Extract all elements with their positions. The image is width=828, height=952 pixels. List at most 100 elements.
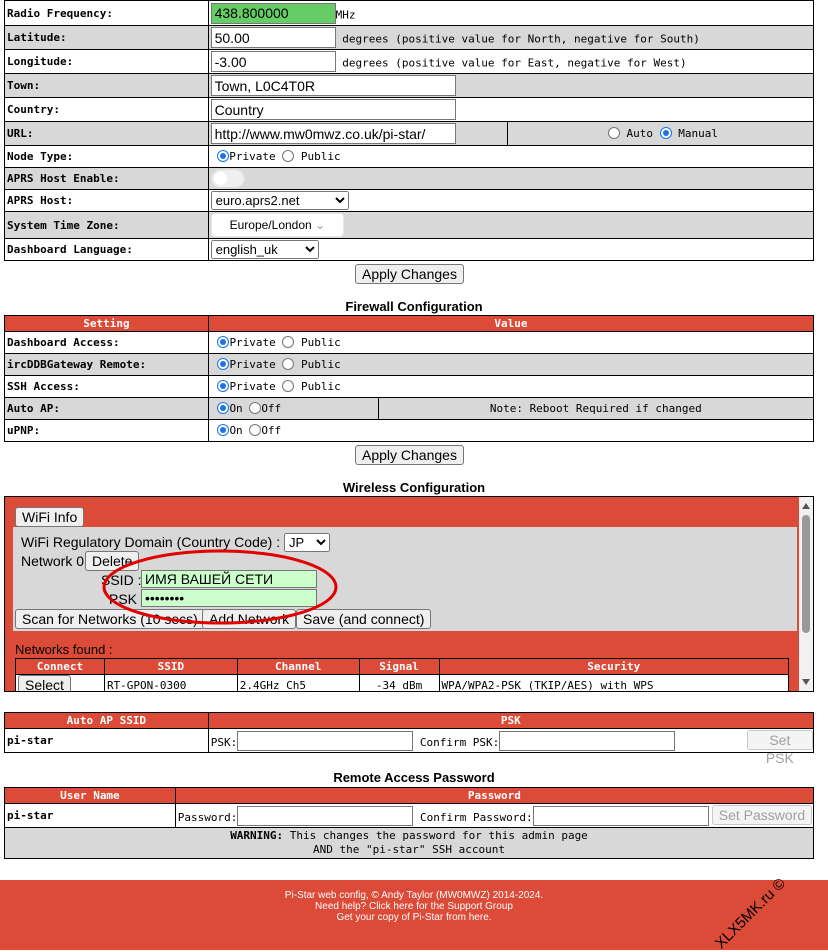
remote-user-value: pi-star <box>4 803 176 828</box>
upnp-on-radio[interactable] <box>217 424 230 436</box>
col-connect: Connect <box>15 658 105 675</box>
col-signal: Signal <box>358 658 440 675</box>
firewall-apply-button[interactable]: Apply Changes <box>355 445 464 465</box>
wireless-scrollbar[interactable] <box>799 497 813 691</box>
upnp-on-label: On <box>229 424 243 437</box>
url-manual-label: Manual <box>678 127 718 140</box>
upnp-off-radio[interactable] <box>249 424 262 436</box>
language-select[interactable]: english_uk <box>210 240 319 259</box>
user-name-header: User Name <box>4 787 176 804</box>
password-input[interactable] <box>237 805 414 826</box>
aprs-host-select[interactable]: euro.aprs2.net <box>210 191 349 210</box>
url-auto-label: Auto <box>626 127 654 140</box>
longitude-label: Longitude: <box>4 49 209 74</box>
ircddb-remote-label: ircDDBGateway Remote: <box>4 353 209 376</box>
ssh-public-label: Public <box>301 380 341 393</box>
networks-table: Connect SSID Channel Signal Security Sel… <box>15 658 790 691</box>
url-manual-radio[interactable] <box>659 127 672 139</box>
scroll-thumb[interactable] <box>802 515 810 633</box>
remote-title: Remote Access Password <box>333 770 495 785</box>
annotation-ellipse <box>102 549 338 625</box>
ssh-private-label: Private <box>229 380 276 393</box>
col-ssid: SSID <box>103 658 238 675</box>
warning-line-2: AND the "pi-star" SSH account <box>312 843 506 856</box>
select-network-button[interactable]: Select <box>18 675 71 691</box>
aprs-enable-label: APRS Host Enable: <box>4 167 209 190</box>
node-private-label: Private <box>229 150 276 163</box>
confirm-password-input[interactable] <box>532 805 709 826</box>
wifi-info-button[interactable]: WiFi Info <box>15 507 85 527</box>
upnp-label: uPNP: <box>4 419 209 442</box>
dashboard-private-label: Private <box>229 336 276 349</box>
latitude-input[interactable] <box>210 27 336 48</box>
firewall-value-header: Value <box>207 315 815 332</box>
firewall-title: Firewall Configuration <box>345 299 483 314</box>
network-security: WPA/WPA2-PSK (TKIP/AES) with WPS <box>438 674 790 691</box>
country-input[interactable] <box>210 99 456 120</box>
latitude-hint: degrees (positive value for North, negat… <box>342 32 700 46</box>
apply-changes-button[interactable]: Apply Changes <box>355 264 464 284</box>
auto-ap-psk-label: PSK: <box>210 735 238 749</box>
scroll-down-icon[interactable] <box>802 679 810 685</box>
auto-ap-note: Note: Reboot Required if changed <box>377 397 815 420</box>
dashboard-private-radio[interactable] <box>217 336 230 348</box>
town-input[interactable] <box>210 75 456 96</box>
footer-support-link[interactable]: Need help? Click here for the Support Gr… <box>0 901 828 912</box>
town-label: Town: <box>4 73 209 98</box>
auto-ap-label: Auto AP: <box>4 397 209 420</box>
table-row: Select RT-GPON-0300 2.4GHz Ch5 -34 dBm W… <box>15 674 790 691</box>
network-ssid: RT-GPON-0300 <box>103 674 238 691</box>
url-label: URL: <box>4 121 209 146</box>
radio-frequency-input[interactable] <box>210 2 336 24</box>
networks-found-label: Networks found : <box>15 642 113 657</box>
password-header: Password <box>174 787 815 804</box>
warning-label: WARNING: <box>230 829 284 842</box>
footer: Pi-Star web config, © Andy Taylor (MW0MW… <box>0 880 828 950</box>
footer-copyright: Pi-Star web config, © Andy Taylor (MW0MW… <box>284 890 544 901</box>
ssh-private-radio[interactable] <box>217 380 230 392</box>
ircddb-private-radio[interactable] <box>217 358 230 370</box>
time-zone-select[interactable]: Europe/London ⌄ <box>210 213 345 237</box>
radio-frequency-label: Radio Frequency: <box>4 0 209 26</box>
country-label: Country: <box>4 97 209 122</box>
auto-ap-on-radio[interactable] <box>217 402 230 414</box>
general-config-table: Radio Frequency: MHz Latitude: degrees (… <box>4 0 815 261</box>
chevron-down-icon: ⌄ <box>315 218 326 232</box>
time-zone-label: System Time Zone: <box>4 211 209 239</box>
wireless-title: Wireless Configuration <box>342 480 486 495</box>
ssh-public-radio[interactable] <box>282 380 295 392</box>
language-label: Dashboard Language: <box>4 238 209 261</box>
remote-table: User Name Password pi-star Password: Con… <box>4 787 815 859</box>
dashboard-public-label: Public <box>301 336 341 349</box>
aprs-enable-toggle[interactable] <box>210 169 245 188</box>
auto-ap-off-radio[interactable] <box>249 402 262 414</box>
network-channel: 2.4GHz Ch5 <box>236 674 360 691</box>
footer-download-link[interactable]: Get your copy of Pi-Star from here. <box>0 912 828 923</box>
auto-ap-psk-input[interactable] <box>237 730 414 751</box>
aprs-host-label: APRS Host: <box>4 189 209 212</box>
ircddb-public-label: Public <box>301 358 341 371</box>
col-security: Security <box>438 658 790 675</box>
ssh-access-label: SSH Access: <box>4 375 209 398</box>
ircddb-public-radio[interactable] <box>282 358 295 370</box>
latitude-label: Latitude: <box>4 25 209 50</box>
node-type-label: Node Type: <box>4 145 209 168</box>
node-public-radio[interactable] <box>282 150 295 162</box>
set-psk-button[interactable]: Set PSK <box>746 730 813 766</box>
node-private-radio[interactable] <box>217 150 230 162</box>
warning-line-1: This changes the password for this admin… <box>283 829 588 842</box>
auto-ap-confirm-label: Confirm PSK: <box>419 735 500 749</box>
url-input[interactable] <box>210 123 456 144</box>
mhz-unit: MHz <box>335 8 356 21</box>
auto-ap-confirm-input[interactable] <box>499 730 676 751</box>
longitude-input[interactable] <box>210 51 336 72</box>
col-channel: Channel <box>236 658 360 675</box>
network-signal: -34 dBm <box>358 674 440 691</box>
firewall-table: Setting Value Dashboard Access: Private … <box>4 315 815 442</box>
scroll-up-icon[interactable] <box>802 503 810 509</box>
auto-ap-psk-header: PSK <box>207 712 815 729</box>
password-label: Password: <box>177 810 238 824</box>
set-password-button[interactable]: Set Password <box>711 805 813 825</box>
dashboard-public-radio[interactable] <box>282 336 295 348</box>
url-auto-radio[interactable] <box>607 127 620 139</box>
